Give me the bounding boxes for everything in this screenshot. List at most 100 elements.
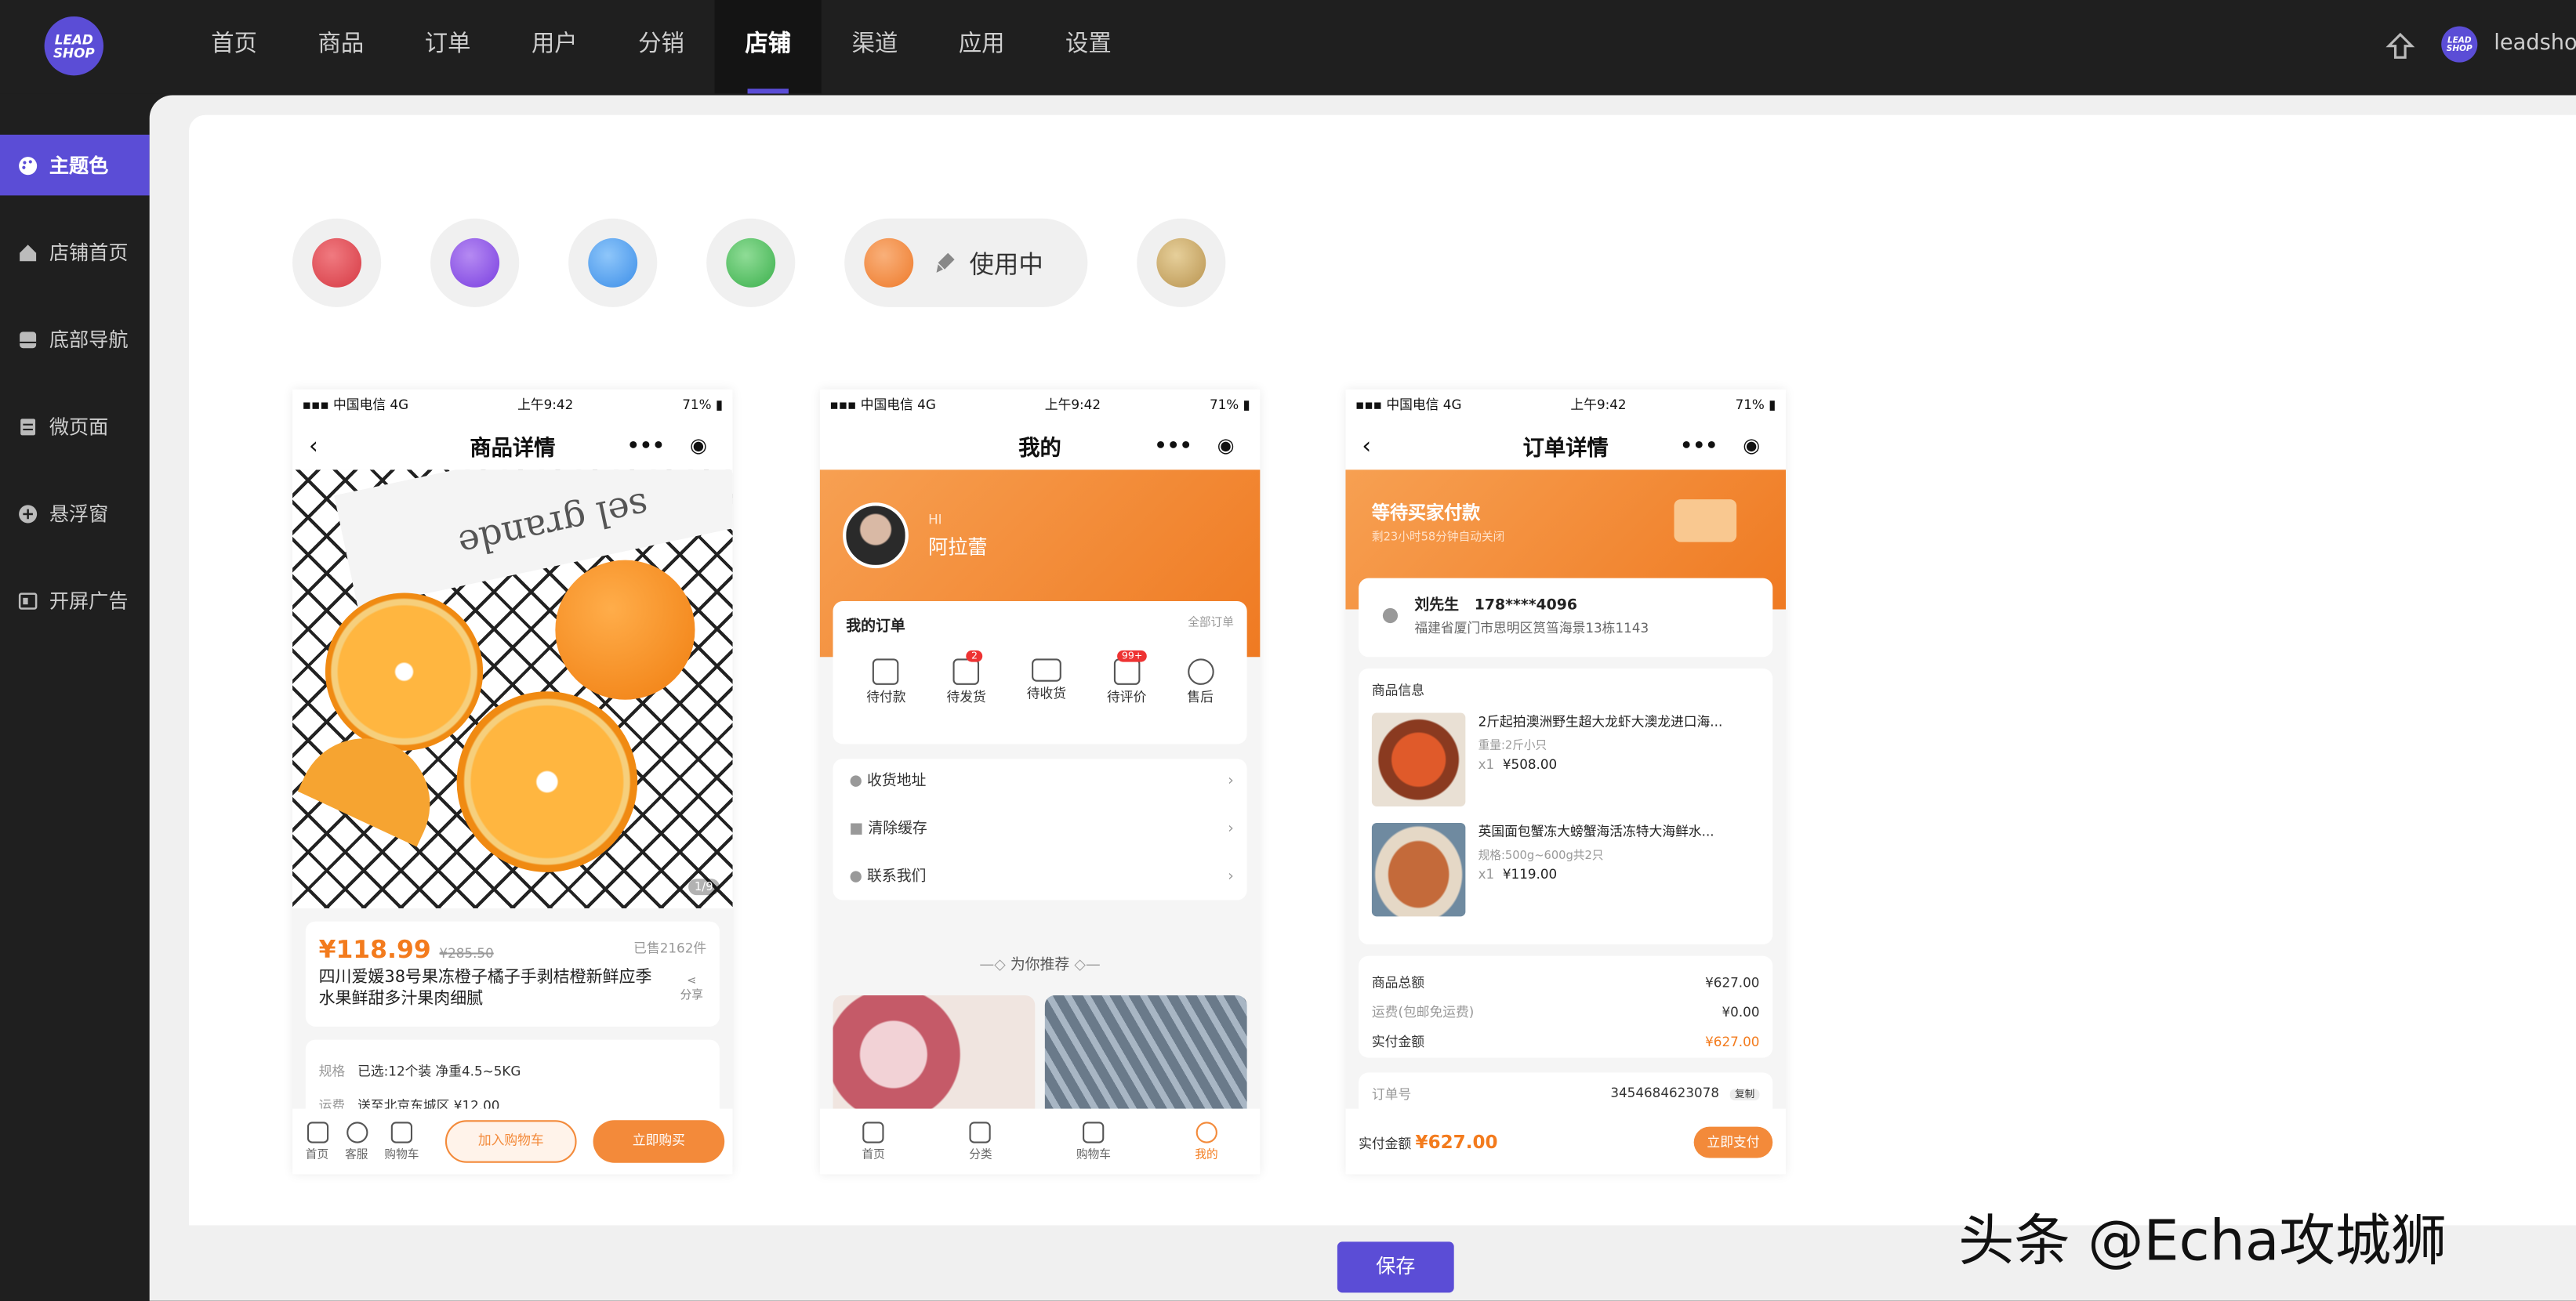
nav-settings[interactable]: 设置 xyxy=(1035,0,1141,93)
theme-swatch-purple[interactable] xyxy=(430,218,520,307)
spec-row[interactable]: 规格 已选:12个装 净重4.5~5KG xyxy=(319,1063,707,1081)
back-icon[interactable]: ‹ xyxy=(309,433,318,460)
goods-price: ¥508.00 xyxy=(1502,757,1558,772)
capsule-menu[interactable]: ••• ◉ xyxy=(1142,429,1247,462)
nav-service-tab[interactable]: 客服 xyxy=(345,1121,368,1161)
all-orders-link[interactable]: 全部订单 xyxy=(1188,614,1234,631)
goods-name: 英国面包蟹冻大螃蟹海活冻特大海鲜水... xyxy=(1478,824,1714,839)
more-icon[interactable]: ••• xyxy=(1154,433,1192,456)
target-icon[interactable]: ◉ xyxy=(690,433,707,456)
brush-icon xyxy=(936,252,955,273)
order-tab-to-review[interactable]: 99+ 待评价 xyxy=(1107,650,1148,706)
deco-left-icon: —◇ xyxy=(979,957,1006,974)
nav-home-tab[interactable]: 首页 xyxy=(306,1121,328,1161)
tab-cart[interactable]: 购物车 xyxy=(1076,1121,1111,1161)
nav-orders[interactable]: 订单 xyxy=(394,0,501,93)
title-bar: 我的 ••• ◉ xyxy=(819,420,1261,470)
sidebar-item-store-home[interactable]: 店铺首页 xyxy=(0,222,150,283)
share-label: 分享 xyxy=(680,988,703,1002)
sidebar-label: 店铺首页 xyxy=(49,241,129,265)
preview-mine: ▪▪▪ 中国电信 4G 上午9:42 71% ▮ 我的 ••• ◉ HI 阿拉蕾 我的订… xyxy=(819,389,1261,1175)
order-tab-to-ship[interactable]: 2 待发货 xyxy=(947,650,986,706)
goods-qty: x1 xyxy=(1478,867,1495,882)
sidebar-item-splash-ad[interactable]: 开屏广告 xyxy=(0,570,150,631)
recommend-title-text: 为你推荐 xyxy=(1010,957,1070,974)
summary-row: 运费(包邮免运费) ¥0.00 xyxy=(1372,998,1760,1028)
add-to-cart-button[interactable]: 加入购物车 xyxy=(444,1120,577,1163)
user-name[interactable]: leadshop xyxy=(2494,31,2576,56)
nav-home[interactable]: 首页 xyxy=(181,0,288,93)
chat-icon: ● xyxy=(849,868,862,886)
upload-icon[interactable] xyxy=(2386,31,2415,61)
tab-home[interactable]: 首页 xyxy=(862,1121,885,1161)
nav-apps[interactable]: 应用 xyxy=(928,0,1035,93)
summary-value: ¥627.00 xyxy=(1705,1035,1760,1050)
product-image: sel grande 1/9 xyxy=(292,469,733,908)
target-icon[interactable]: ◉ xyxy=(1217,433,1235,456)
capsule-menu[interactable]: ••• ◉ xyxy=(615,429,720,462)
ad-icon xyxy=(18,592,38,609)
target-icon[interactable]: ◉ xyxy=(1743,433,1760,456)
pin-icon: ● xyxy=(849,774,862,791)
theme-swatch-red[interactable] xyxy=(292,218,382,307)
truck-icon xyxy=(1032,658,1061,682)
image-index: 1/9 xyxy=(688,879,720,896)
copy-button[interactable]: 复制 xyxy=(1729,1089,1760,1101)
pay-now-button[interactable]: 立即支付 xyxy=(1693,1125,1773,1158)
sidebar: 主题色 店铺首页 底部导航 微页面 悬浮窗 开屏广告 xyxy=(0,134,150,657)
share-button[interactable]: ⋖ 分享 xyxy=(680,974,703,1004)
order-tab-to-receive[interactable]: 待收货 xyxy=(1027,658,1066,706)
user-avatar[interactable] xyxy=(843,502,909,569)
back-icon[interactable]: ‹ xyxy=(1362,433,1371,460)
user-avatar[interactable]: LEAD SHOP xyxy=(2441,26,2478,63)
order-tab-unpaid[interactable]: 待付款 xyxy=(866,658,906,706)
save-button[interactable]: 保存 xyxy=(1337,1241,1454,1293)
goods-item[interactable]: 2斤起拍澳洲野生超大龙虾大澳龙进口海... 重量:2斤小只 x1 ¥508.00 xyxy=(1371,712,1760,806)
summary-row: 商品总额 ¥627.00 xyxy=(1372,969,1760,998)
goods-spec: 重量:2斤小只 xyxy=(1478,739,1547,752)
nav-users[interactable]: 用户 xyxy=(501,0,608,93)
sidebar-item-float-window[interactable]: 悬浮窗 xyxy=(0,483,150,544)
sidebar-item-micro-page[interactable]: 微页面 xyxy=(0,396,150,457)
order-tab-after-sale[interactable]: 售后 xyxy=(1187,658,1214,706)
summary-label: 实付金额 xyxy=(1371,1035,1424,1050)
title-bar: ‹ 订单详情 ••• ◉ xyxy=(1345,420,1787,470)
capsule-menu[interactable]: ••• ◉ xyxy=(1667,429,1772,462)
root: LEAD SHOP 首页 商品 订单 用户 分销 店铺 渠道 应用 设置 LEAD… xyxy=(0,0,2576,1301)
nav-store[interactable]: 店铺 xyxy=(714,0,822,94)
color-dot xyxy=(450,237,500,288)
tab-category[interactable]: 分类 xyxy=(969,1121,992,1161)
sidebar-item-theme[interactable]: 主题色 xyxy=(0,134,150,196)
nav-cart-tab[interactable]: 购物车 xyxy=(384,1121,419,1161)
theme-swatch-orange[interactable]: 使用中 xyxy=(844,218,1088,307)
chevron-right-icon: › xyxy=(1228,774,1234,791)
row-contact[interactable]: ● 联系我们 › xyxy=(833,854,1247,902)
chat-icon xyxy=(346,1121,368,1143)
sidebar-item-bottom-nav[interactable]: 底部导航 xyxy=(0,309,150,370)
battery: 71% xyxy=(682,397,712,413)
logo[interactable]: LEAD SHOP xyxy=(44,16,104,76)
carrier: 中国电信 xyxy=(1386,397,1439,413)
clock: 上午9:42 xyxy=(1044,397,1101,413)
spec-value: 已选:12个装 净重4.5~5KG xyxy=(357,1064,521,1079)
pay-bar: 实付金额 ¥627.00 立即支付 xyxy=(1345,1108,1787,1175)
tab-mine[interactable]: 我的 xyxy=(1195,1121,1218,1161)
person-icon xyxy=(1195,1121,1217,1143)
top-nav: 首页 商品 订单 用户 分销 店铺 渠道 应用 设置 xyxy=(181,0,1142,94)
goods-item[interactable]: 英国面包蟹冻大螃蟹海活冻特大海鲜水... 规格:500g~600g共2只 x1 … xyxy=(1371,822,1760,917)
row-clear-cache[interactable]: ■ 清除缓存 › xyxy=(833,806,1247,854)
recommend-item-1[interactable] xyxy=(833,995,1036,1114)
recommend-item-2[interactable] xyxy=(1044,995,1247,1114)
theme-swatch-gold[interactable] xyxy=(1137,218,1226,307)
theme-swatch-blue[interactable] xyxy=(568,218,658,307)
nav-channels[interactable]: 渠道 xyxy=(822,0,928,93)
nav-goods[interactable]: 商品 xyxy=(288,0,394,93)
color-dot xyxy=(864,237,914,288)
nav-distribution[interactable]: 分销 xyxy=(608,0,714,93)
row-address[interactable]: ● 收货地址 › xyxy=(833,759,1247,806)
more-icon[interactable]: ••• xyxy=(627,433,665,456)
receiver: 刘先生 178****4096 xyxy=(1414,593,1759,614)
more-icon[interactable]: ••• xyxy=(1680,433,1718,456)
buy-now-button[interactable]: 立即购买 xyxy=(593,1120,725,1163)
theme-swatch-green[interactable] xyxy=(706,218,796,307)
